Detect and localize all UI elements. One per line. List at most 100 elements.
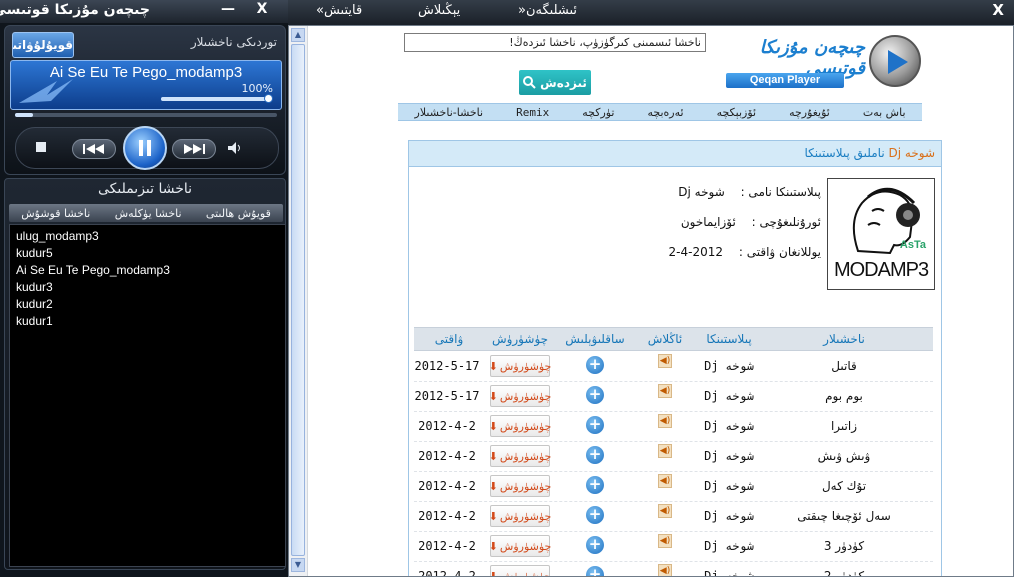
playlist-item[interactable]: kudur2 (16, 296, 279, 313)
player-close-button[interactable]: X (252, 1, 272, 19)
download-button[interactable]: چۈشۈرۈش ⬇ (489, 565, 551, 576)
playlist-item[interactable]: ulug_modamp3 (16, 228, 279, 245)
browser-pane: ئىشلىگەن« يېڭىلاش قايتىش» X ▲ ▼ ناخشا ئى… (288, 0, 1014, 577)
add-favorite-icon[interactable]: + (586, 416, 604, 434)
song-album: شوخە Dj (704, 389, 754, 403)
download-button[interactable]: چۈشۈرۈش ⬇ (489, 475, 551, 497)
song-album: شوخە Dj (704, 539, 754, 553)
player-titlebar: چىچەن مۇزىكا قوتىسى — X (0, 0, 288, 23)
song-title[interactable]: كۈدۈر 3 (824, 539, 864, 553)
refresh-button[interactable]: يېڭىلاش (418, 3, 460, 18)
speaker-icon (228, 142, 240, 154)
nav-home[interactable]: باش بەت (863, 106, 906, 119)
download-button[interactable]: چۈشۈرۈش ⬇ (489, 355, 552, 377)
table-row: ۋىش ۋىش شوخە Dj ◀) + چۈشۈرۈش ⬇ 2012-4-2 (414, 442, 933, 472)
song-title[interactable]: قاتىل (831, 359, 856, 373)
add-song-tab[interactable]: ناخشا قوشۇش (21, 207, 90, 220)
next-button[interactable] (172, 139, 216, 159)
song-title[interactable]: زاتىرا (831, 419, 857, 433)
download-arrow-icon: ⬇ (488, 539, 498, 553)
pause-button[interactable] (123, 126, 167, 170)
playlist-item[interactable]: kudur3 (16, 279, 279, 296)
web-view: ▲ ▼ ناخشا ئىسمىنى كىرگۈزۈپ، ناخشا ئىزدەڭ… (288, 25, 1014, 577)
mute-button[interactable] (226, 140, 244, 156)
col-favorite: ساقلىۋېلىش (565, 332, 625, 346)
browser-close-button[interactable]: X (992, 1, 1004, 19)
nav-arabic[interactable]: ئەرەبچە (647, 106, 683, 119)
col-download: چۈشۈرۈش (491, 332, 549, 346)
album-name-value: شوخە Dj (678, 185, 725, 199)
song-title[interactable]: سەل ئۆچىغا چىقتى (797, 509, 891, 523)
now-playing-tab[interactable]: قويۇلۇۋاتىدۇ (12, 32, 74, 58)
listen-speaker-icon[interactable]: ◀) (658, 444, 672, 458)
add-favorite-icon[interactable]: + (586, 356, 604, 374)
add-favorite-icon[interactable]: + (586, 446, 604, 464)
song-album: شوخە Dj (704, 419, 754, 433)
listen-speaker-icon[interactable]: ◀) (658, 474, 672, 488)
playlist-list: ulug_modamp3 kudur5 Ai Se Eu Te Pego_mod… (9, 224, 286, 567)
listen-speaker-icon[interactable]: ◀) (658, 354, 672, 368)
table-row: قاتىل شوخە Dj ◀) + چۈشۈرۈش ⬇ 2012-5-17 (414, 352, 933, 382)
logo-text: چىچەن مۇزىكا قوتىسى (759, 37, 865, 79)
song-album: شوخە Dj (704, 569, 754, 576)
back-button[interactable]: قايتىش» (316, 3, 362, 18)
stop-button[interactable] (34, 140, 48, 154)
song-date: 2012-4-2 (418, 479, 476, 493)
song-title[interactable]: بوم بوم (825, 389, 863, 403)
playlist-item[interactable]: kudur1 (16, 313, 279, 330)
add-favorite-icon[interactable]: + (586, 566, 604, 576)
site-logo[interactable]: چىچەن مۇزىكا قوتىسى Qeqan Player (723, 31, 923, 99)
col-listen: ئاڭلاش (647, 332, 683, 346)
search-input[interactable]: ناخشا ئىسمىنى كىرگۈزۈپ، ناخشا ئىزدەڭ! (404, 33, 706, 52)
playlist-item[interactable]: kudur5 (16, 245, 279, 262)
download-button[interactable]: چۈشۈرۈش ⬇ (489, 445, 551, 467)
listen-speaker-icon[interactable]: ◀) (658, 384, 672, 398)
listen-speaker-icon[interactable]: ◀) (658, 414, 672, 428)
play-mode-tab[interactable]: قويۇش ھالىتى (206, 207, 271, 220)
player-deck: قويۇلۇۋاتىدۇ توردىكى ناخشىلار Ai Se Eu T… (4, 25, 286, 175)
add-favorite-icon[interactable]: + (586, 506, 604, 524)
previous-button[interactable] (72, 139, 116, 159)
song-title[interactable]: تۇك كەل (822, 479, 866, 493)
playlist-title: ناخشا تىزىملىكى (97, 181, 193, 197)
album-name-label: پىلاستىنكا نامى : (740, 185, 821, 199)
minimize-button[interactable]: — (218, 1, 238, 19)
nav-uyghur[interactable]: ئۇيغۇرچە (789, 106, 830, 119)
volume-knob[interactable] (264, 94, 273, 103)
album-title-suffix: ناملىق پىلاستىنكا (804, 146, 885, 160)
forward-button[interactable]: ئىشلىگەن« (518, 3, 577, 18)
download-button[interactable]: چۈشۈرۈش ⬇ (489, 505, 551, 527)
table-row: زاتىرا شوخە Dj ◀) + چۈشۈرۈش ⬇ 2012-4-2 (414, 412, 933, 442)
song-title[interactable]: كۈدۈر 2 (824, 569, 864, 576)
listen-speaker-icon[interactable]: ◀) (658, 504, 672, 518)
listen-speaker-icon[interactable]: ◀) (658, 564, 672, 576)
add-favorite-icon[interactable]: + (586, 476, 604, 494)
search-button[interactable]: ئىزدەش (519, 70, 591, 95)
transport-controls (15, 126, 279, 170)
download-button[interactable]: چۈشۈرۈش ⬇ (489, 385, 551, 407)
table-row: تۇك كەل شوخە Dj ◀) + چۈشۈرۈش ⬇ 2012-4-2 (414, 472, 933, 502)
nav-uzbek[interactable]: ئۆزبېكچە (717, 106, 757, 119)
disc-play-icon (869, 35, 921, 87)
add-favorite-icon[interactable]: + (586, 536, 604, 554)
load-song-tab[interactable]: ناخشا يۈكلەش (115, 207, 182, 220)
pause-icon (139, 140, 151, 156)
seek-fill (15, 113, 34, 117)
player-title: چىچەن مۇزىكا قوتىسى (0, 2, 150, 18)
nav-turkish[interactable]: تۈركچە (582, 106, 614, 119)
download-button[interactable]: چۈشۈرۈش ⬇ (488, 535, 551, 557)
volume-slider[interactable] (161, 97, 269, 101)
nav-songs[interactable]: ناخشا-ناخشىلار (415, 106, 484, 119)
playlist-item[interactable]: Ai Se Eu Te Pego_modamp3 (16, 262, 279, 279)
download-button[interactable]: چۈشۈرۈش ⬇ (489, 415, 551, 437)
now-playing-title: Ai Se Eu Te Pego_modamp3 (49, 64, 243, 81)
cover-tag: AsTa (899, 239, 926, 251)
nav-remix[interactable]: Remix (516, 106, 549, 119)
seek-bar[interactable] (15, 113, 277, 117)
listen-speaker-icon[interactable]: ◀) (658, 534, 672, 548)
download-label: چۈشۈرۈش (499, 359, 552, 373)
song-title[interactable]: ۋىش ۋىش (818, 449, 871, 463)
online-songs-tab[interactable]: توردىكى ناخشىلار (191, 35, 277, 49)
date-value: 2012-4-2 (668, 245, 724, 259)
add-favorite-icon[interactable]: + (586, 386, 604, 404)
